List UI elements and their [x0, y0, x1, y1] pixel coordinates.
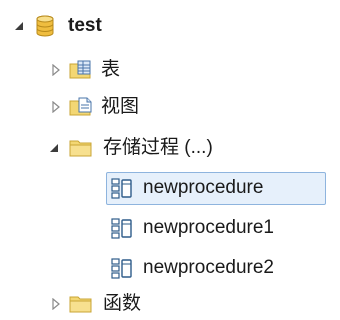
tree-node-procedure[interactable]: newprocedure1 — [0, 211, 340, 245]
view-folder-icon — [69, 95, 93, 119]
tree-node-label: newprocedure2 — [143, 257, 274, 278]
tree-node-views[interactable]: 视图 — [0, 90, 200, 124]
folder-icon — [69, 292, 93, 316]
navigation-tree: test 表 视图 存储过程 (...) newprocedure newpro… — [0, 0, 340, 320]
procedure-icon — [110, 176, 134, 200]
tree-node-label: 存储过程 (...) — [103, 137, 213, 158]
collapsed-arrow-icon[interactable] — [49, 297, 63, 311]
folder-icon — [69, 136, 93, 160]
tree-node-root[interactable]: test — [0, 9, 200, 43]
tree-node-label: newprocedure1 — [143, 217, 274, 238]
tree-node-procedures[interactable]: 存储过程 (...) — [0, 131, 280, 165]
database-icon — [33, 14, 57, 38]
tree-node-label: 视图 — [101, 96, 140, 117]
tree-node-label: test — [68, 15, 102, 36]
tree-node-label: 函数 — [103, 293, 142, 314]
tree-node-procedure[interactable]: newprocedure2 — [0, 251, 340, 285]
procedure-icon — [110, 256, 134, 280]
procedure-icon — [110, 216, 134, 240]
tree-node-label: 表 — [101, 59, 121, 80]
collapsed-arrow-icon[interactable] — [49, 63, 63, 77]
tree-node-tables[interactable]: 表 — [0, 53, 200, 87]
table-folder-icon — [69, 58, 93, 82]
expanded-arrow-icon[interactable] — [12, 19, 26, 33]
tree-node-procedure[interactable]: newprocedure — [0, 171, 330, 205]
tree-node-label: newprocedure — [143, 177, 264, 198]
tree-node-functions[interactable]: 函数 — [0, 287, 200, 320]
expanded-arrow-icon[interactable] — [47, 141, 61, 155]
collapsed-arrow-icon[interactable] — [49, 100, 63, 114]
